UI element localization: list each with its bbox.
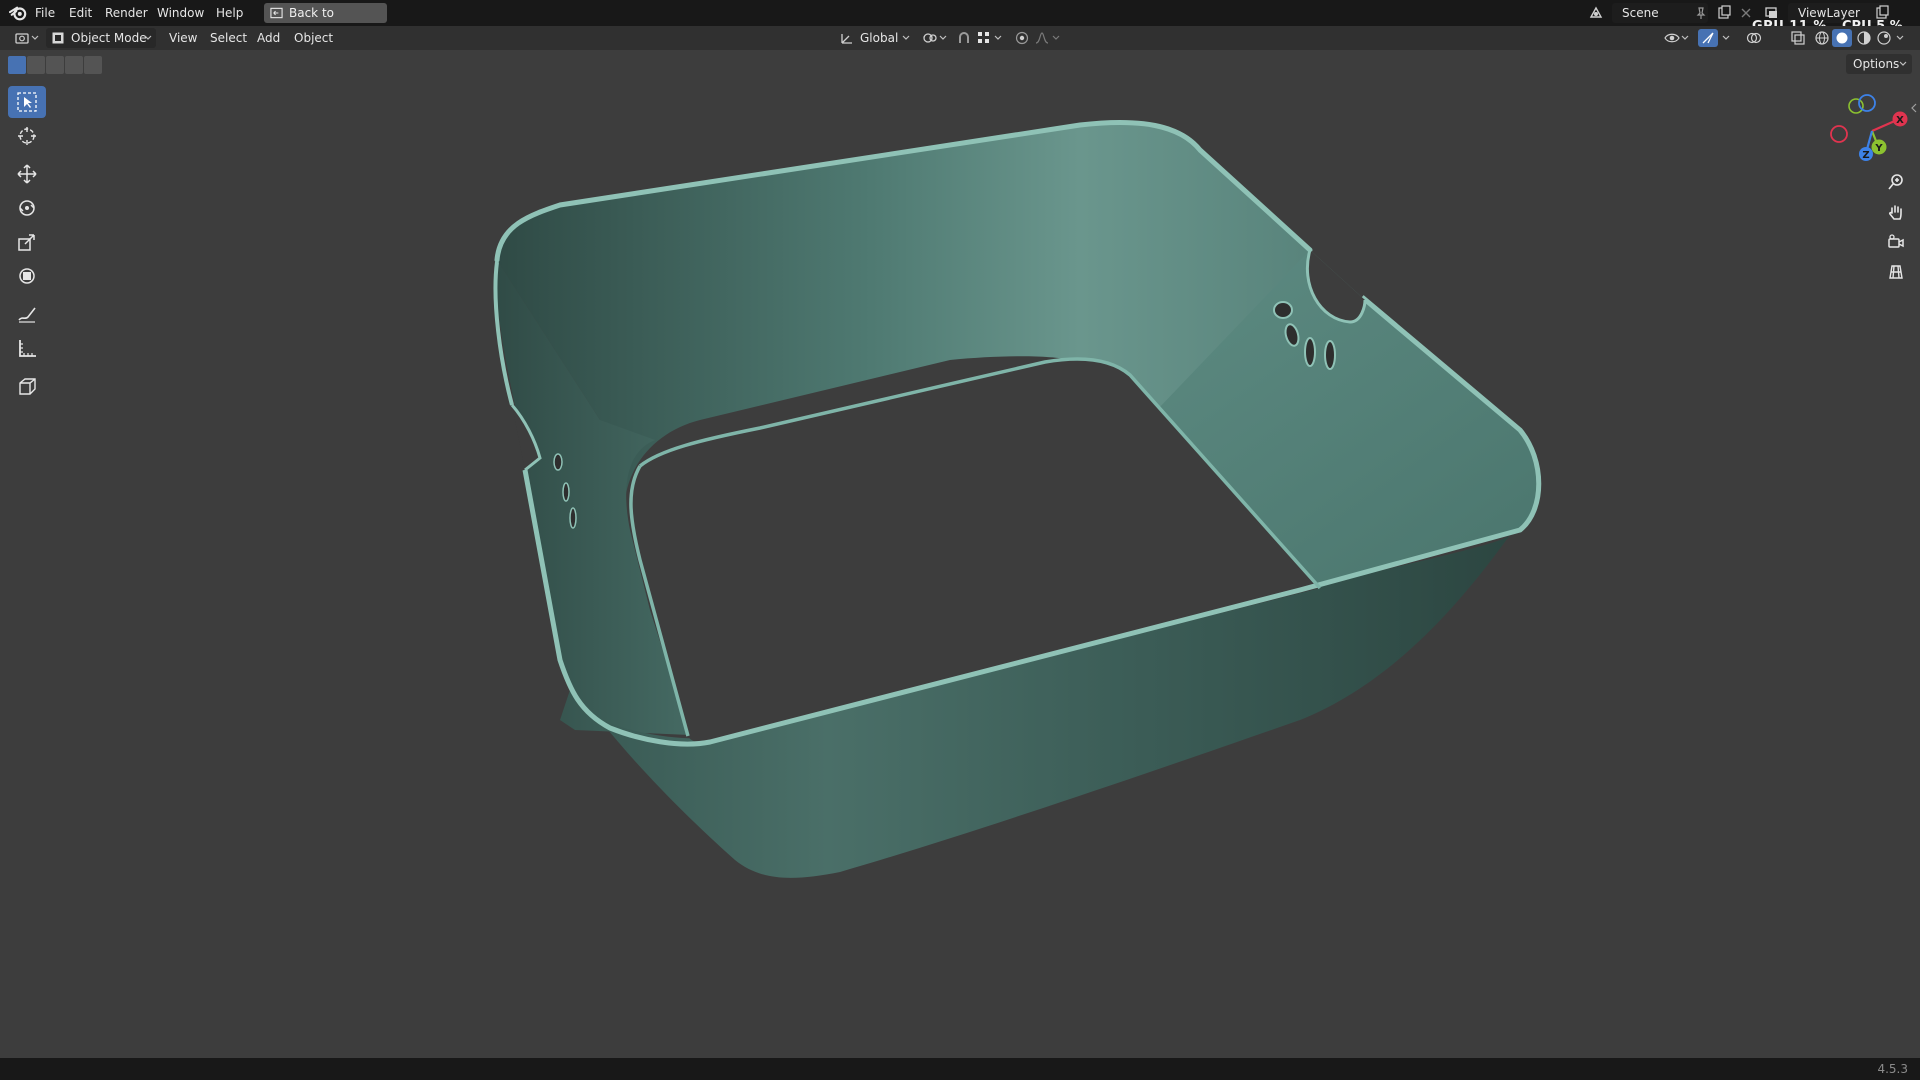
pan-view-button[interactable] [1882, 198, 1910, 226]
options-label: Options [1853, 57, 1900, 71]
hand-icon [1888, 205, 1902, 220]
tool-measure[interactable] [8, 332, 46, 364]
header-menu-view[interactable]: View [169, 26, 197, 50]
top-menu-bar: File Edit Render Window Help Back to Pre… [0, 0, 1920, 40]
annotate-icon [18, 307, 36, 323]
gizmo-y-label: Y [1874, 143, 1883, 154]
orientation-global-icon [841, 34, 852, 44]
camera-view-button[interactable] [1882, 228, 1910, 256]
selection-mode-buttons [8, 56, 104, 74]
solid-shading-button[interactable] [1832, 29, 1852, 47]
falloff-chevron-icon[interactable] [1052, 31, 1060, 45]
tool-add-cube[interactable] [8, 370, 46, 402]
select-mode-intersect-button[interactable] [84, 56, 102, 74]
menu-file[interactable]: File [35, 0, 55, 26]
pivot-chevron-icon[interactable] [939, 31, 947, 45]
3d-viewport[interactable] [0, 50, 1920, 1058]
tool-annotate[interactable] [8, 298, 46, 330]
menu-edit[interactable]: Edit [69, 0, 92, 26]
pivot-point-icon[interactable] [922, 30, 938, 46]
proportional-editing-icon[interactable] [1014, 30, 1030, 46]
header-menu-object[interactable]: Object [294, 26, 333, 50]
new-scene-icon[interactable] [1716, 5, 1732, 21]
rotate-icon [19, 200, 35, 216]
editor-type-chevron-icon[interactable] [31, 31, 39, 45]
tool-move[interactable] [8, 158, 46, 190]
tool-select-box[interactable] [8, 86, 46, 118]
menu-window[interactable]: Window [157, 0, 204, 26]
mode-label: Object Mode [71, 31, 147, 45]
orientation-label: Global [860, 31, 899, 45]
navigation-gizmo[interactable]: X Y Z [1820, 88, 1916, 168]
select-box-icon [17, 92, 37, 112]
visibility-chevron-icon[interactable] [1681, 31, 1689, 45]
select-mode-extend-button[interactable] [27, 56, 45, 74]
scene-browse-icon[interactable] [1588, 5, 1604, 21]
shading-chevron-icon[interactable] [1896, 31, 1904, 45]
gizmo-neg-y-handle[interactable] [1848, 98, 1864, 114]
select-mode-new-button[interactable] [8, 56, 26, 74]
object-mode-icon [52, 32, 64, 44]
gizmo-neg-x-handle[interactable] [1830, 125, 1848, 143]
cursor-icon [18, 127, 36, 145]
tool-rotate[interactable] [8, 192, 46, 224]
gizmo-toggle-button[interactable] [1698, 29, 1718, 47]
gizmo-z-label: Z [1862, 150, 1869, 161]
grid-icon [1889, 265, 1903, 279]
back-to-previous-button[interactable]: Back to Previous [264, 3, 387, 40]
scale-icon [18, 234, 35, 251]
measure-icon [19, 340, 36, 357]
selected-mesh-object[interactable] [0, 50, 1920, 1058]
xray-toggle-icon[interactable] [1790, 30, 1806, 46]
back-screen-icon [270, 7, 283, 19]
gizmo-neg-z-handle[interactable] [1858, 94, 1876, 112]
orientation-chevron-icon [902, 35, 910, 40]
move-icon [17, 164, 37, 184]
editor-type-icon[interactable] [14, 30, 30, 46]
gizmo-icon [1702, 32, 1714, 44]
falloff-curve-icon[interactable] [1034, 30, 1050, 46]
options-chevron-icon [1899, 61, 1907, 66]
select-mode-invert-button[interactable] [65, 56, 83, 74]
viewport-header: Object Mode View Select Add Object Globa… [0, 26, 1920, 50]
header-menu-select[interactable]: Select [210, 26, 247, 50]
mode-chevron-icon [144, 35, 152, 40]
snap-chevron-icon[interactable] [994, 31, 1002, 45]
view-layer-name: ViewLayer [1798, 6, 1860, 20]
transform-icon [19, 268, 35, 284]
blender-logo-icon[interactable] [9, 4, 27, 22]
status-bar: 4.5.3 [0, 1058, 1920, 1080]
pin-icon[interactable] [1693, 5, 1709, 21]
visibility-eye-icon[interactable] [1664, 30, 1680, 46]
camera-icon [1888, 234, 1904, 248]
scene-name: Scene [1622, 6, 1659, 20]
snap-increment-icon[interactable] [976, 30, 992, 46]
material-preview-icon[interactable] [1856, 30, 1872, 46]
menu-help[interactable]: Help [216, 0, 243, 26]
transform-orientation-dropdown[interactable]: Global [838, 28, 914, 48]
options-dropdown[interactable]: Options [1846, 54, 1912, 74]
tool-transform[interactable] [8, 260, 46, 292]
gizmo-chevron-icon[interactable] [1722, 31, 1730, 45]
rendered-shading-icon[interactable] [1876, 30, 1892, 46]
solid-shading-icon [1836, 32, 1848, 44]
mode-selector[interactable]: Object Mode [46, 28, 156, 48]
zoom-view-button[interactable] [1882, 168, 1910, 196]
menu-render[interactable]: Render [105, 0, 148, 26]
tool-scale[interactable] [8, 226, 46, 258]
version-label: 4.5.3 [1877, 1062, 1908, 1076]
wireframe-shading-icon[interactable] [1814, 30, 1830, 46]
add-cube-icon [19, 378, 36, 395]
select-mode-subtract-button[interactable] [46, 56, 64, 74]
overlays-icon[interactable] [1746, 30, 1762, 46]
ortho-toggle-button[interactable] [1882, 258, 1910, 286]
tool-cursor[interactable] [8, 120, 46, 152]
snap-toggle-icon[interactable] [956, 30, 972, 46]
header-menu-add[interactable]: Add [257, 26, 280, 50]
zoom-icon [1888, 174, 1903, 190]
gizmo-x-label: X [1896, 115, 1904, 126]
